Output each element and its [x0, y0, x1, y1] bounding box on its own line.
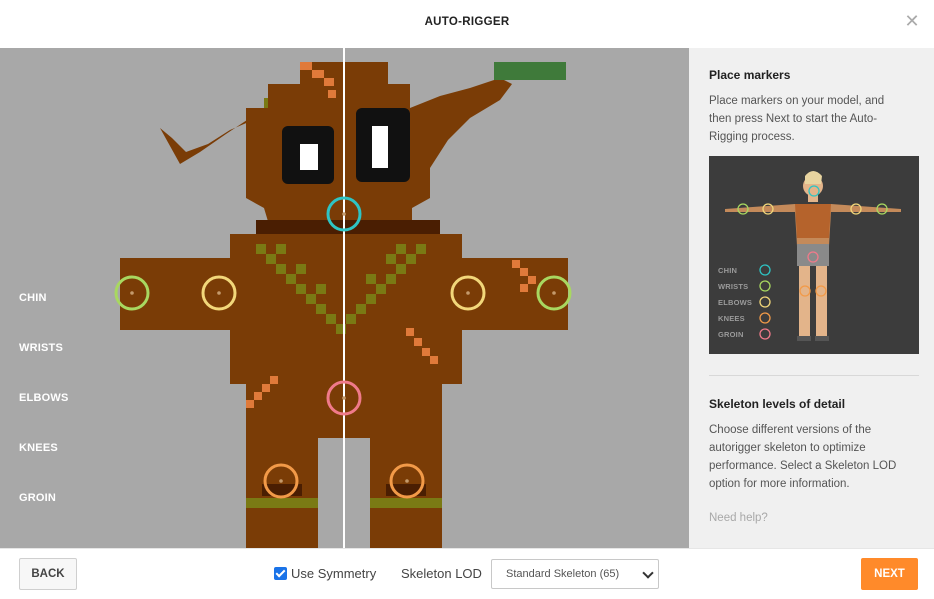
sidebar-divider	[709, 375, 919, 376]
skeleton-lod-value: Standard Skeleton (65)	[506, 568, 620, 580]
reference-figure	[725, 171, 901, 341]
skeleton-lod-label: Skeleton LOD	[401, 566, 482, 581]
right-arm	[462, 258, 568, 330]
chevron-down-icon	[642, 567, 654, 579]
skeleton-lod-select[interactable]: Standard Skeleton (65)	[491, 559, 659, 589]
place-markers-text: Place markers on your model, and then pr…	[709, 95, 885, 143]
left-arm	[120, 258, 230, 330]
back-button[interactable]: BACK	[19, 558, 77, 590]
preview-legend-wrists: WRISTS	[718, 282, 749, 291]
lod-text: Choose different versions of the autorig…	[709, 424, 897, 490]
preview-legend-knees: KNEES	[718, 314, 745, 323]
marker-label-wrists: WRISTS	[19, 342, 63, 354]
place-markers-title: Place markers	[709, 68, 791, 82]
preview-legend-elbows: ELBOWS	[718, 298, 753, 307]
dialog-footer: BACK Use Symmetry Skeleton LOD Standard …	[0, 548, 934, 599]
model-torso	[230, 234, 462, 438]
marker-label-chin: CHIN	[19, 292, 47, 304]
use-symmetry-checkbox[interactable]: Use Symmetry	[274, 566, 376, 581]
right-ear	[410, 62, 566, 168]
reference-preview-image: CHIN WRISTS ELBOWS KNEES GROIN	[709, 156, 919, 354]
dialog-header: AUTO-RIGGER ✕	[0, 0, 934, 48]
dialog-title: AUTO-RIGGER	[424, 16, 510, 28]
lod-title: Skeleton levels of detail	[709, 397, 846, 411]
help-link[interactable]: Need help?	[709, 512, 768, 524]
marker-label-groin: GROIN	[19, 492, 57, 504]
marker-label-elbows: ELBOWS	[19, 392, 69, 404]
marker-label-knees: KNEES	[19, 442, 58, 454]
model-canvas[interactable]	[0, 48, 689, 548]
use-symmetry-label: Use Symmetry	[291, 566, 377, 581]
checkbox-checked-icon[interactable]	[274, 567, 287, 580]
preview-legend-chin: CHIN	[718, 266, 738, 275]
next-button[interactable]: NEXT	[861, 558, 918, 590]
close-icon[interactable]: ✕	[904, 12, 920, 30]
preview-legend-groin: GROIN	[718, 330, 744, 339]
instructions-panel: Place markers Place markers on your mode…	[689, 48, 934, 548]
model-viewport[interactable]: CHIN WRISTS ELBOWS KNEES GROIN	[0, 48, 689, 548]
